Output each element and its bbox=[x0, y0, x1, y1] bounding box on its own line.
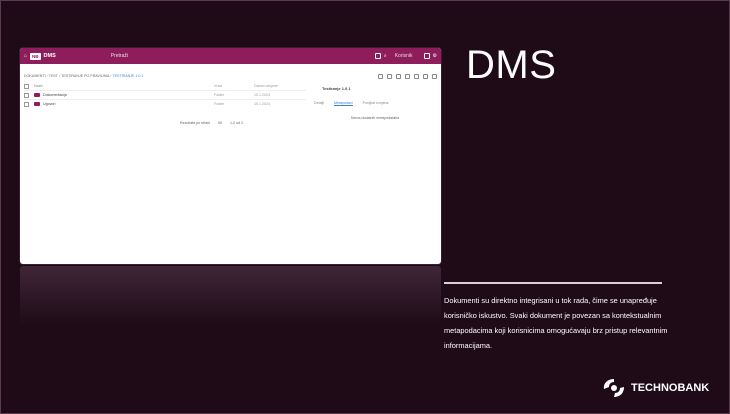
technobank-logo-icon bbox=[603, 379, 624, 397]
row-type: Folder bbox=[214, 93, 225, 97]
tab-details[interactable]: Detalji bbox=[314, 101, 324, 106]
panel-tabs: Detalji Metapodaci Povijest izmjena bbox=[314, 101, 438, 106]
app-screenshot: ⌂ NB DMS Pretraži ⌕ Korisnik ⚙ DOKUMENTI… bbox=[20, 48, 441, 264]
row-name: Ugovori bbox=[43, 102, 56, 106]
list-header: Naziv Vrsta Datum izmjene bbox=[24, 82, 306, 90]
breadcrumb-item[interactable]: TEST bbox=[49, 74, 58, 78]
folder-icon bbox=[34, 102, 40, 106]
row-name: Dokumentacija bbox=[43, 93, 67, 97]
breadcrumb-item[interactable]: TESTIRANJE PO PRAVILIMA bbox=[61, 74, 109, 78]
details-panel: Testiranje 1.0.1 Detalji Metapodaci Povi… bbox=[312, 70, 438, 130]
slide-description: Dokumenti su direktno integrisani u tok … bbox=[444, 296, 668, 350]
divider bbox=[444, 282, 662, 284]
row-checkbox[interactable] bbox=[24, 92, 29, 98]
tab-metadata[interactable]: Metapodaci bbox=[334, 101, 353, 106]
tab-history[interactable]: Povijest izmjena bbox=[363, 101, 389, 106]
column-name[interactable]: Naziv bbox=[34, 84, 43, 88]
row-checkbox[interactable] bbox=[24, 101, 29, 107]
apps-icon[interactable] bbox=[374, 53, 381, 59]
app-logo: NB bbox=[30, 52, 41, 60]
page-range: 1-2 od 2 bbox=[229, 121, 244, 125]
search-input[interactable]: Pretraži bbox=[111, 53, 128, 59]
panel-title: Testiranje 1.0.1 bbox=[322, 86, 351, 91]
brand-logo: TECHNOBANK bbox=[601, 377, 709, 399]
search-icon[interactable]: ⌕ bbox=[384, 53, 387, 59]
column-type[interactable]: Vrsta bbox=[214, 84, 254, 88]
brand-name: TECHNOBANK bbox=[631, 382, 710, 394]
table-row[interactable]: Ugovori Folder 10.1.2024 bbox=[24, 99, 306, 108]
slide-headline: DMS bbox=[466, 43, 557, 87]
breadcrumb-item[interactable]: DOKUMENTI bbox=[24, 74, 46, 78]
breadcrumb-current: TESTIRANJE 1.0.1 bbox=[112, 74, 144, 78]
user-menu[interactable]: Korisnik bbox=[395, 53, 413, 59]
column-date[interactable]: Datum izmjene bbox=[254, 84, 294, 88]
select-all-checkbox[interactable] bbox=[24, 83, 29, 89]
row-date: 10.1.2024 bbox=[254, 102, 270, 106]
file-list: Naziv Vrsta Datum izmjene Dokumentacija … bbox=[24, 82, 306, 108]
screenshot-reflection bbox=[20, 266, 441, 326]
per-page-label: Rezultata po strani bbox=[180, 121, 210, 125]
document-icon[interactable] bbox=[423, 53, 430, 59]
folder-icon bbox=[34, 93, 40, 97]
app-bar: ⌂ NB DMS Pretraži ⌕ Korisnik ⚙ bbox=[20, 48, 441, 64]
table-row[interactable]: Dokumentacija Folder 10.1.2024 bbox=[24, 90, 306, 99]
app-name: DMS bbox=[43, 53, 56, 59]
row-type: Folder bbox=[214, 102, 225, 106]
pagination: Rezultata po strani 50 1-2 od 2 bbox=[180, 121, 243, 125]
settings-icon[interactable]: ⚙ bbox=[433, 53, 437, 59]
row-date: 10.1.2024 bbox=[254, 93, 270, 97]
slide: ⌂ NB DMS Pretraži ⌕ Korisnik ⚙ DOKUMENTI… bbox=[0, 0, 730, 414]
empty-state: Nema dodatnih metapodataka bbox=[350, 116, 400, 120]
per-page-select[interactable]: 50 bbox=[218, 121, 222, 125]
home-icon[interactable]: ⌂ bbox=[24, 53, 27, 59]
